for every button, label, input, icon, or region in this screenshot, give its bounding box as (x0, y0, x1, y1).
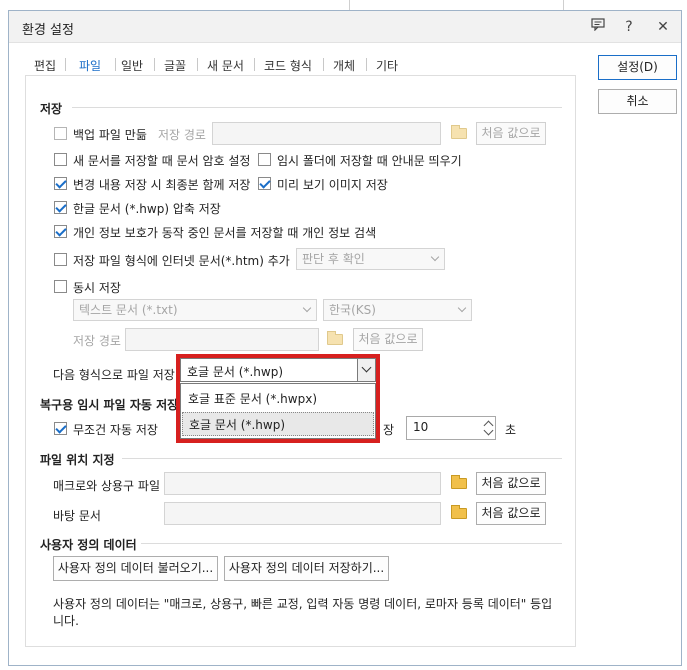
ok-button[interactable]: 설정(D) (598, 55, 677, 80)
auto-save-checkbox[interactable] (54, 422, 67, 435)
simultaneous-path-field[interactable] (125, 328, 319, 351)
simultaneous-save-checkbox[interactable] (54, 280, 67, 293)
tab-separator (323, 58, 324, 71)
compress-label: 한글 문서 (*.hwp) 압축 저장 (73, 202, 221, 216)
password-label: 새 문서를 저장할 때 문서 암호 설정 (73, 154, 251, 168)
title-bar: 환경 설정 ? ✕ (9, 11, 681, 43)
folder-icon[interactable] (324, 329, 346, 349)
internet-doc-label: 저장 파일 형식에 인터넷 문서(*.htm) 추가 (73, 254, 290, 268)
chevron-down-icon (302, 303, 312, 313)
backup-checkbox[interactable] (54, 127, 67, 140)
tab-separator (115, 58, 116, 71)
tab-new-document[interactable]: 새 문서 (207, 57, 244, 74)
section-heading-save: 저장 (40, 102, 63, 116)
background-doc-label: 바탕 문서 (53, 509, 101, 523)
privacy-label: 개인 정보 보호가 동작 중인 문서를 저장할 때 개인 정보 검색 (73, 226, 377, 240)
next-format-value: 호글 문서 (*.hwp) (187, 365, 284, 379)
section-divider (122, 458, 562, 459)
save-user-data-button[interactable]: 사용자 정의 데이터 저장하기... (224, 556, 389, 581)
simultaneous-encoding-select[interactable]: 한국(KS) (323, 299, 472, 321)
preview-image-label: 미리 보기 이미지 저장 (277, 178, 388, 192)
internet-doc-select-value: 판단 후 확인 (302, 252, 365, 266)
password-checkbox[interactable] (54, 153, 67, 166)
option-hwpx[interactable]: 호글 표준 문서 (*.hwpx) (182, 387, 374, 411)
tab-object[interactable]: 개체 (333, 57, 355, 74)
backup-reset-button[interactable]: 처음 값으로 (476, 122, 546, 145)
tab-font[interactable]: 글꼴 (164, 57, 186, 74)
backup-label: 백업 파일 만듦 (73, 128, 147, 142)
cancel-button[interactable]: 취소 (598, 89, 677, 114)
simultaneous-path-label: 저장 경로 (73, 334, 121, 348)
latest-version-checkbox[interactable] (54, 177, 67, 190)
macro-reset-button[interactable]: 처음 값으로 (476, 472, 546, 495)
macro-path-field[interactable] (164, 472, 441, 495)
backup-path-field[interactable] (212, 122, 441, 145)
idle-seconds-stepper[interactable]: 10 (406, 416, 496, 440)
temp-notice-checkbox[interactable] (258, 153, 271, 166)
simultaneous-reset-button[interactable]: 처음 값으로 (353, 328, 423, 351)
idle-save-label: 장 (383, 423, 395, 437)
backup-path-label: 저장 경로 (158, 128, 206, 142)
tab-separator (65, 58, 66, 71)
folder-icon[interactable] (448, 123, 470, 143)
close-icon[interactable]: ✕ (652, 17, 674, 37)
tab-etc[interactable]: 기타 (376, 57, 398, 74)
simultaneous-format-value: 텍스트 문서 (*.txt) (79, 303, 178, 317)
option-hwp[interactable]: 호글 문서 (*.hwp) (182, 412, 374, 436)
section-heading-recovery: 복구용 임시 파일 자동 저장 (40, 398, 179, 412)
auto-save-label: 무조건 자동 저장 (73, 423, 158, 437)
chevron-down-icon[interactable] (357, 359, 375, 381)
tab-separator (197, 58, 198, 71)
tab-code-format[interactable]: 코드 형식 (264, 57, 312, 74)
section-heading-location: 파일 위치 지정 (40, 453, 115, 467)
next-format-label: 다음 형식으로 파일 저장 (53, 368, 175, 382)
latest-version-label: 변경 내용 저장 시 최종본 함께 저장 (73, 178, 251, 192)
idle-seconds-value: 10 (413, 420, 429, 434)
internet-doc-select[interactable]: 판단 후 확인 (296, 248, 445, 270)
simultaneous-encoding-value: 한국(KS) (329, 303, 376, 317)
dialog-title: 환경 설정 (22, 23, 74, 38)
background-reset-button[interactable]: 처음 값으로 (476, 502, 546, 525)
simultaneous-save-label: 동시 저장 (73, 281, 121, 295)
next-format-dropdown-highlight: 호글 문서 (*.hwp) 호글 표준 문서 (*.hwpx) 호글 문서 (*… (176, 354, 380, 443)
section-heading-user-data: 사용자 정의 데이터 (40, 538, 137, 552)
section-divider (72, 107, 562, 108)
macro-path-label: 매크로와 상용구 파일 (53, 479, 160, 493)
internet-doc-checkbox[interactable] (54, 253, 67, 266)
preview-image-checkbox[interactable] (258, 177, 271, 190)
tab-general[interactable]: 일반 (121, 57, 143, 74)
seconds-unit-label: 초 (505, 423, 517, 437)
folder-icon[interactable] (448, 473, 470, 493)
simultaneous-format-select[interactable]: 텍스트 문서 (*.txt) (73, 299, 317, 321)
user-data-note: 사용자 정의 데이터는 "매크로, 상용구, 빠른 교정, 입력 자동 명령 데… (53, 597, 553, 628)
load-user-data-button[interactable]: 사용자 정의 데이터 불러오기... (53, 556, 218, 581)
chevron-down-icon (457, 303, 467, 313)
tab-separator (254, 58, 255, 71)
tab-edit[interactable]: 편집 (34, 57, 56, 74)
next-format-combobox[interactable]: 호글 문서 (*.hwp) (180, 358, 376, 382)
privacy-checkbox[interactable] (54, 225, 67, 238)
section-divider (141, 543, 562, 544)
tab-separator (366, 58, 367, 71)
help-icon[interactable]: ? (618, 17, 640, 37)
chat-icon[interactable] (587, 17, 609, 37)
temp-notice-label: 임시 폴더에 저장할 때 안내문 띄우기 (277, 154, 462, 168)
tab-separator (154, 58, 155, 71)
tab-file[interactable]: 파일 (79, 57, 101, 74)
background-doc-field[interactable] (164, 502, 441, 525)
folder-icon[interactable] (448, 503, 470, 523)
next-format-options-list: 호글 표준 문서 (*.hwpx) 호글 문서 (*.hwp) (180, 383, 376, 439)
chevron-down-icon (430, 252, 440, 262)
stepper-down-icon[interactable] (483, 425, 494, 436)
compress-checkbox[interactable] (54, 201, 67, 214)
